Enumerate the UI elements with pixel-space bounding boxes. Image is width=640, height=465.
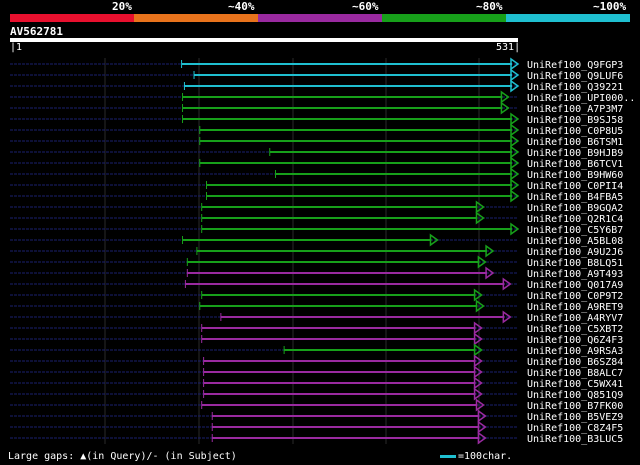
hit-row[interactable]: UniRef100_C0P9T2 bbox=[10, 288, 623, 302]
hit-label[interactable]: UniRef100_A9T493 bbox=[527, 269, 623, 280]
hit-label[interactable]: UniRef100_B9GQA2 bbox=[527, 203, 623, 214]
hit-row[interactable]: UniRef100_Q9FGP3 bbox=[10, 57, 623, 71]
hit-row[interactable]: UniRef100_A9U2J6 bbox=[10, 244, 623, 258]
hit-label[interactable]: UniRef100_A4RYV7 bbox=[527, 313, 623, 324]
hit-label[interactable]: UniRef100_A5BL08 bbox=[527, 236, 623, 247]
hit-row[interactable]: UniRef100_Q39221 bbox=[10, 79, 623, 93]
hit-label[interactable]: UniRef100_Q017A9 bbox=[527, 280, 623, 291]
hit-label[interactable]: UniRef100_C0P8U5 bbox=[527, 126, 623, 137]
hit-label[interactable]: UniRef100_A9RSA3 bbox=[527, 346, 623, 357]
hit-row[interactable]: UniRef100_B9HW60 bbox=[10, 167, 623, 181]
hit-row[interactable]: UniRef100_B6TSM1 bbox=[10, 134, 623, 148]
hit-row[interactable]: UniRef100_A7P3M7 bbox=[10, 101, 623, 115]
hit-row[interactable]: UniRef100_B9HJB9 bbox=[10, 145, 623, 159]
hit-row[interactable]: UniRef100_B3LUC5 bbox=[10, 431, 623, 445]
hit-row[interactable]: UniRef100_C0P8U5 bbox=[10, 123, 623, 137]
hit-row[interactable]: UniRef100_Q9LUF6 bbox=[10, 68, 623, 82]
hit-label[interactable]: UniRef100_B9HW60 bbox=[527, 170, 623, 181]
hit-label[interactable]: UniRef100_UPI000.. bbox=[527, 93, 635, 104]
hit-label[interactable]: UniRef100_Q851Q9 bbox=[527, 390, 623, 401]
scale-swatch bbox=[440, 454, 456, 458]
hit-row[interactable]: UniRef100_Q2R1C4 bbox=[10, 211, 623, 225]
hit-row[interactable]: UniRef100_C0PII4 bbox=[10, 178, 623, 192]
hit-label[interactable]: UniRef100_Q9LUF6 bbox=[527, 71, 623, 82]
hit-row[interactable]: UniRef100_B6TCV1 bbox=[10, 156, 623, 170]
hit-row[interactable]: UniRef100_Q6Z4F3 bbox=[10, 332, 623, 346]
hit-row[interactable]: UniRef100_B9GQA2 bbox=[10, 200, 623, 214]
hit-row[interactable]: UniRef100_B9SJ58 bbox=[10, 112, 623, 126]
hit-row[interactable]: UniRef100_Q017A9 bbox=[10, 277, 623, 291]
hit-label[interactable]: UniRef100_B3LUC5 bbox=[527, 434, 623, 445]
hit-label[interactable]: UniRef100_Q2R1C4 bbox=[527, 214, 623, 225]
hit-row[interactable]: UniRef100_A9RET9 bbox=[10, 299, 623, 313]
hit-label[interactable]: UniRef100_B8LQ51 bbox=[527, 258, 623, 269]
hit-row[interactable]: UniRef100_A9RSA3 bbox=[10, 343, 623, 357]
hit-label[interactable]: UniRef100_A7P3M7 bbox=[527, 104, 623, 115]
hit-row[interactable]: UniRef100_C5XBT2 bbox=[10, 321, 623, 335]
hit-row[interactable]: UniRef100_A9T493 bbox=[10, 266, 623, 280]
hit-row[interactable]: UniRef100_B8ALC7 bbox=[10, 365, 623, 379]
hit-row[interactable]: UniRef100_A4RYV7 bbox=[10, 310, 623, 324]
hit-label[interactable]: UniRef100_B6TSM1 bbox=[527, 137, 623, 148]
hit-label[interactable]: UniRef100_C5XBT2 bbox=[527, 324, 623, 335]
hit-label[interactable]: UniRef100_B4FBA5 bbox=[527, 192, 623, 203]
hit-label[interactable]: UniRef100_C5Y6B7 bbox=[527, 225, 623, 236]
hit-label[interactable]: UniRef100_B9SJ58 bbox=[527, 115, 623, 126]
hit-label[interactable]: UniRef100_Q39221 bbox=[527, 82, 623, 93]
hit-label[interactable]: UniRef100_A9RET9 bbox=[527, 302, 623, 313]
hit-label[interactable]: UniRef100_B9HJB9 bbox=[527, 148, 623, 159]
hit-row[interactable]: UniRef100_A5BL08 bbox=[10, 233, 623, 247]
hit-label[interactable]: UniRef100_C0PII4 bbox=[527, 181, 623, 192]
hit-label[interactable]: UniRef100_Q6Z4F3 bbox=[527, 335, 623, 346]
hit-row[interactable]: UniRef100_UPI000.. bbox=[10, 90, 635, 104]
hit-label[interactable]: UniRef100_C5WX41 bbox=[527, 379, 623, 390]
hit-label[interactable]: UniRef100_B6TCV1 bbox=[527, 159, 623, 170]
hit-row[interactable]: UniRef100_C5WX41 bbox=[10, 376, 623, 390]
hit-label[interactable]: UniRef100_B6SZ84 bbox=[527, 357, 623, 368]
scale-legend: =100char. bbox=[440, 451, 512, 463]
hit-label[interactable]: UniRef100_B7FK00 bbox=[527, 401, 623, 412]
scale-legend-label: =100char. bbox=[458, 451, 513, 462]
gaps-legend: Large gaps: ▲(in Query)/- (in Subject) bbox=[8, 451, 237, 462]
hit-alignment-chart: UniRef100_Q9FGP3UniRef100_Q9LUF6UniRef10… bbox=[10, 57, 635, 445]
hit-row[interactable]: UniRef100_C5Y6B7 bbox=[10, 222, 623, 236]
hit-row[interactable]: UniRef100_B5VEZ9 bbox=[10, 409, 623, 423]
hit-row[interactable]: UniRef100_C8Z4F5 bbox=[10, 420, 623, 434]
hit-label[interactable]: UniRef100_A9U2J6 bbox=[527, 247, 623, 258]
hit-row[interactable]: UniRef100_B7FK00 bbox=[10, 398, 623, 412]
hit-label[interactable]: UniRef100_B5VEZ9 bbox=[527, 412, 623, 423]
hit-row[interactable]: UniRef100_B6SZ84 bbox=[10, 354, 623, 368]
hit-row[interactable]: UniRef100_Q851Q9 bbox=[10, 387, 623, 401]
hit-label[interactable]: UniRef100_B8ALC7 bbox=[527, 368, 623, 379]
hit-label[interactable]: UniRef100_C0P9T2 bbox=[527, 291, 623, 302]
hit-row[interactable]: UniRef100_B4FBA5 bbox=[10, 189, 623, 203]
hit-label[interactable]: UniRef100_Q9FGP3 bbox=[527, 60, 623, 71]
hit-label[interactable]: UniRef100_C8Z4F5 bbox=[527, 423, 623, 434]
hit-row[interactable]: UniRef100_B8LQ51 bbox=[10, 255, 623, 269]
